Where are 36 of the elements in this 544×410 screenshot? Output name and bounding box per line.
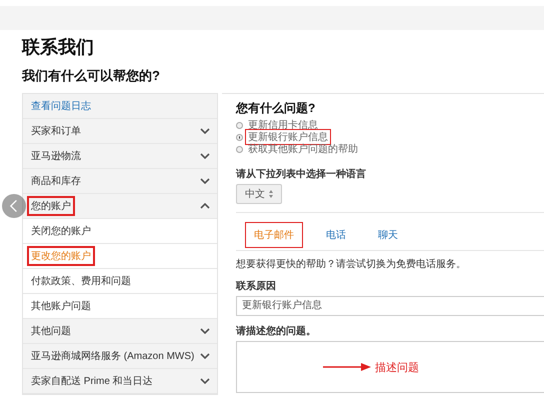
chevron-down-icon[interactable] <box>200 328 210 334</box>
arrow-annotation <box>323 363 371 371</box>
language-dropdown[interactable]: 中文 <box>236 184 282 204</box>
radio-button[interactable] <box>236 146 243 152</box>
chevron-down-icon[interactable] <box>200 128 210 134</box>
contact-tab[interactable]: 聊天 <box>370 223 406 247</box>
question-heading: 您有什么问题? <box>236 100 316 117</box>
category-item[interactable]: 亚马逊物流 <box>29 148 83 164</box>
subcategory-item[interactable]: 关闭您的账户 <box>29 223 93 239</box>
subcategory-item[interactable]: 付款政策、费用和问题 <box>29 273 133 289</box>
chevron-down-icon[interactable] <box>200 353 210 359</box>
category-item[interactable]: 您的账户 <box>29 198 73 214</box>
chevron-up-icon[interactable] <box>200 203 210 209</box>
radio-button[interactable] <box>236 134 243 140</box>
description-field[interactable]: 描述问题 <box>236 341 544 393</box>
contact-tab[interactable]: 电话 <box>318 223 354 247</box>
sort-arrows-icon <box>269 190 273 198</box>
option-label[interactable]: 获取其他账户问题的帮助 <box>246 142 360 156</box>
help-text: 想要获得更快的帮助？请尝试切换为免费电话服务。 <box>236 258 467 271</box>
chevron-down-icon[interactable] <box>200 378 210 384</box>
option-label[interactable]: 更新银行账户信息 <box>246 130 330 144</box>
radio-button[interactable] <box>236 122 243 128</box>
page-title: 联系我们 <box>22 36 94 58</box>
language-label: 请从下拉列表中选择一种语言 <box>236 167 366 181</box>
back-button[interactable] <box>2 194 26 218</box>
category-item[interactable]: 买家和订单 <box>29 123 83 139</box>
field-label: 联系原因 <box>236 280 277 293</box>
reason-field[interactable]: 更新银行账户信息 <box>236 296 544 316</box>
category-item[interactable]: 其他问题 <box>29 323 73 339</box>
category-item[interactable]: 商品和库存 <box>29 173 83 189</box>
page-subtitle: 我们有什么可以帮您的? <box>22 68 160 84</box>
chevron-down-icon[interactable] <box>200 178 210 184</box>
subcategory-item[interactable]: 其他账户问题 <box>29 298 93 314</box>
annotation-text: 描述问题 <box>375 360 419 374</box>
field-label: 请描述您的问题。 <box>236 324 317 338</box>
chevron-down-icon[interactable] <box>200 153 210 159</box>
